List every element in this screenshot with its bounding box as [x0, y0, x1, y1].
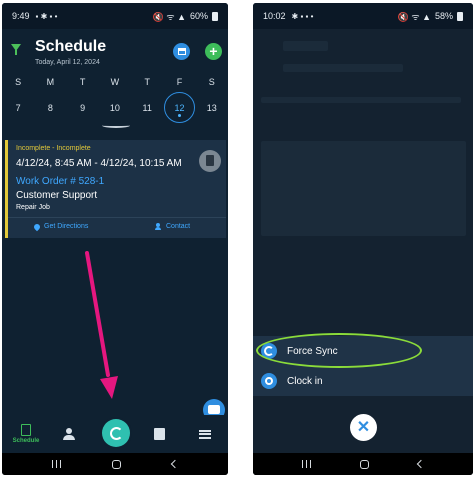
- dimmed-content: [283, 64, 403, 72]
- system-navigation-bar: [2, 453, 228, 475]
- dimmed-content: [283, 41, 328, 51]
- recent-apps-icon[interactable]: [52, 460, 62, 468]
- annotation-highlight-ring: [256, 333, 422, 368]
- annotation-arrow: [85, 251, 118, 399]
- annotation-arrow-shaft: [85, 251, 110, 377]
- phone-schedule-screen: 9:49 ▪ ✱ ▪ • 🔇 ᯤ ▲ 60% Schedule Today, A…: [2, 3, 228, 475]
- contact-book-icon: [153, 428, 165, 440]
- nav-schedule[interactable]: Schedule: [6, 415, 46, 453]
- sync-icon: [109, 426, 123, 440]
- clock-in-label: Clock in: [287, 375, 323, 387]
- back-icon[interactable]: [170, 459, 179, 469]
- annotation-arrow-head: [100, 376, 118, 399]
- battery-icon: [457, 11, 463, 21]
- user-icon: [63, 428, 75, 440]
- clock-in-item[interactable]: Clock in: [261, 366, 473, 396]
- nav-menu[interactable]: [185, 415, 225, 453]
- dimmed-content: [261, 97, 461, 103]
- chat-icon: [208, 405, 220, 414]
- phone-fab-menu-screen: 10:02 ✱ ▪ ▪ • 🔇 ᯤ ▲ 58% Force Sync Clock…: [253, 3, 473, 475]
- status-time: 10:02: [263, 11, 286, 21]
- sync-fab-button[interactable]: [102, 419, 130, 447]
- home-icon[interactable]: [111, 459, 121, 469]
- nav-profile[interactable]: [49, 415, 89, 453]
- nav-contacts[interactable]: [139, 415, 179, 453]
- schedule-icon: [21, 424, 31, 436]
- status-right: 🔇 ᯤ ▲ 58%: [398, 10, 463, 23]
- notification-icons: ✱ ▪ ▪ •: [291, 11, 314, 21]
- home-icon[interactable]: [359, 459, 369, 469]
- clock-icon: [261, 373, 277, 389]
- system-navigation-bar: [253, 453, 473, 475]
- back-icon[interactable]: [416, 459, 425, 469]
- close-menu-button[interactable]: ✕: [350, 414, 377, 441]
- nav-schedule-label: Schedule: [12, 438, 40, 444]
- hamburger-menu-icon: [199, 429, 211, 439]
- signal-icons: 🔇 ᯤ ▲: [397, 11, 431, 22]
- recent-apps-icon[interactable]: [302, 460, 312, 468]
- status-bar: 10:02 ✱ ▪ ▪ • 🔇 ᯤ ▲ 58%: [253, 3, 473, 29]
- dimmed-content: [261, 141, 466, 236]
- battery-percent: 58%: [434, 11, 453, 21]
